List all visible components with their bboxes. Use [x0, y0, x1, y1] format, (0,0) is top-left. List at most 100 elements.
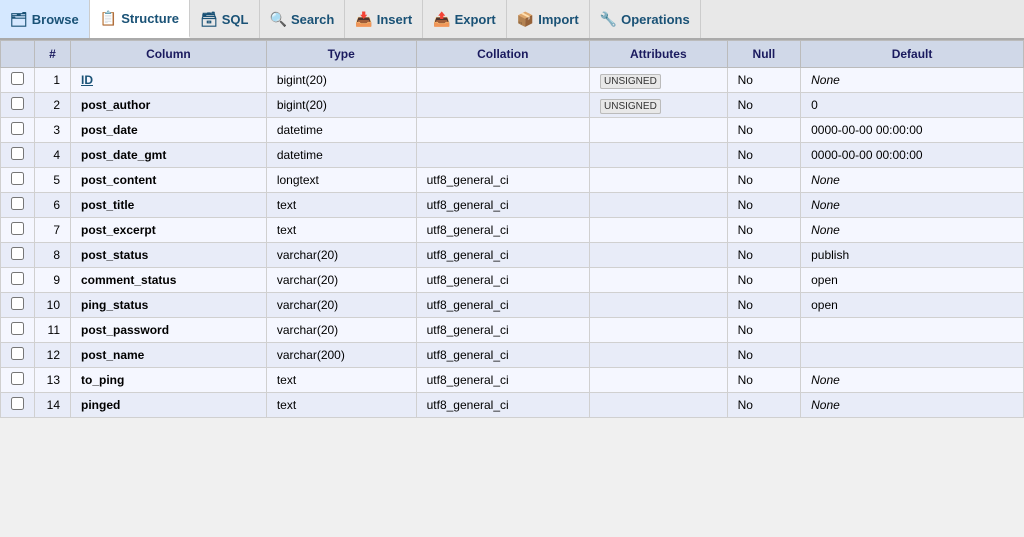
header-column: Column [71, 41, 267, 68]
row-checkbox[interactable] [11, 97, 24, 110]
table-header-row: # Column Type Collation Attributes Null … [1, 41, 1024, 68]
row-checkbox[interactable] [11, 222, 24, 235]
toolbar-item-import[interactable]: 📦Import [507, 0, 590, 38]
row-attributes [590, 343, 728, 368]
row-number: 14 [35, 393, 71, 418]
row-default: 0000-00-00 00:00:00 [801, 118, 1024, 143]
row-checkbox[interactable] [11, 322, 24, 335]
table-row: 11post_passwordvarchar(20)utf8_general_c… [1, 318, 1024, 343]
row-default: None [801, 168, 1024, 193]
row-null: No [727, 268, 800, 293]
row-attributes [590, 368, 728, 393]
row-checkbox[interactable] [11, 172, 24, 185]
structure-label: Structure [121, 11, 179, 26]
row-number: 3 [35, 118, 71, 143]
row-checkbox[interactable] [11, 247, 24, 260]
row-collation: utf8_general_ci [416, 218, 589, 243]
row-type: longtext [266, 168, 416, 193]
row-checkbox[interactable] [11, 397, 24, 410]
row-number: 6 [35, 193, 71, 218]
row-default: None [801, 68, 1024, 93]
column-link[interactable]: ID [81, 73, 93, 87]
export-label: Export [455, 12, 496, 27]
row-collation: utf8_general_ci [416, 193, 589, 218]
row-attributes [590, 168, 728, 193]
toolbar-item-export[interactable]: 📤Export [423, 0, 507, 38]
row-collation [416, 118, 589, 143]
table-row: 12post_namevarchar(200)utf8_general_ciNo [1, 343, 1024, 368]
row-null: No [727, 93, 800, 118]
sql-icon: 🗃 [200, 11, 218, 28]
unsigned-badge: UNSIGNED [600, 99, 661, 114]
row-column-name: post_content [71, 168, 267, 193]
row-null: No [727, 343, 800, 368]
toolbar-item-insert[interactable]: 📥Insert [345, 0, 423, 38]
row-number: 13 [35, 368, 71, 393]
row-type: bigint(20) [266, 68, 416, 93]
row-default [801, 318, 1024, 343]
row-null: No [727, 168, 800, 193]
row-checkbox[interactable] [11, 272, 24, 285]
row-column-name: pinged [71, 393, 267, 418]
row-attributes [590, 268, 728, 293]
table-row: 9comment_statusvarchar(20)utf8_general_c… [1, 268, 1024, 293]
insert-icon: 📥 [355, 11, 372, 28]
row-column-name: post_password [71, 318, 267, 343]
row-null: No [727, 143, 800, 168]
row-default: None [801, 193, 1024, 218]
row-type: varchar(20) [266, 268, 416, 293]
row-null: No [727, 68, 800, 93]
toolbar-item-operations[interactable]: 🔧Operations [590, 0, 701, 38]
row-collation: utf8_general_ci [416, 293, 589, 318]
row-column-name: post_status [71, 243, 267, 268]
row-collation: utf8_general_ci [416, 318, 589, 343]
toolbar-item-browse[interactable]: 🗂Browse [0, 0, 90, 38]
table-row: 2post_authorbigint(20)UNSIGNEDNo0 [1, 93, 1024, 118]
row-null: No [727, 243, 800, 268]
row-attributes [590, 243, 728, 268]
row-checkbox[interactable] [11, 197, 24, 210]
row-collation [416, 68, 589, 93]
row-type: bigint(20) [266, 93, 416, 118]
row-null: No [727, 318, 800, 343]
row-number: 8 [35, 243, 71, 268]
row-checkbox[interactable] [11, 147, 24, 160]
table-row: 3post_datedatetime No0000-00-00 00:00:00 [1, 118, 1024, 143]
row-attributes [590, 193, 728, 218]
row-type: varchar(200) [266, 343, 416, 368]
row-checkbox[interactable] [11, 72, 24, 85]
row-attributes [590, 143, 728, 168]
toolbar-item-search[interactable]: 🔍Search [260, 0, 346, 38]
row-number: 5 [35, 168, 71, 193]
row-null: No [727, 118, 800, 143]
header-collation: Collation [416, 41, 589, 68]
row-attributes [590, 118, 728, 143]
header-type: Type [266, 41, 416, 68]
row-type: varchar(20) [266, 243, 416, 268]
row-default [801, 343, 1024, 368]
row-type: datetime [266, 118, 416, 143]
toolbar-item-sql[interactable]: 🗃SQL [190, 0, 260, 38]
browse-icon: 🗂 [10, 11, 28, 28]
row-column-name: ping_status [71, 293, 267, 318]
row-attributes [590, 218, 728, 243]
row-checkbox[interactable] [11, 372, 24, 385]
header-num: # [35, 41, 71, 68]
row-checkbox[interactable] [11, 347, 24, 360]
row-column-name: post_date [71, 118, 267, 143]
row-column-name: post_author [71, 93, 267, 118]
row-collation: utf8_general_ci [416, 243, 589, 268]
table-row: 5post_contentlongtextutf8_general_ciNoNo… [1, 168, 1024, 193]
row-checkbox[interactable] [11, 122, 24, 135]
table-row: 10ping_statusvarchar(20)utf8_general_ciN… [1, 293, 1024, 318]
row-checkbox[interactable] [11, 297, 24, 310]
toolbar-item-structure[interactable]: 📋Structure [90, 0, 190, 38]
row-column-name[interactable]: ID [71, 68, 267, 93]
row-attributes [590, 318, 728, 343]
header-default: Default [801, 41, 1024, 68]
row-type: text [266, 193, 416, 218]
row-number: 4 [35, 143, 71, 168]
table-row: 14pingedtextutf8_general_ciNoNone [1, 393, 1024, 418]
row-collation: utf8_general_ci [416, 393, 589, 418]
table-row: 8post_statusvarchar(20)utf8_general_ci No… [1, 243, 1024, 268]
